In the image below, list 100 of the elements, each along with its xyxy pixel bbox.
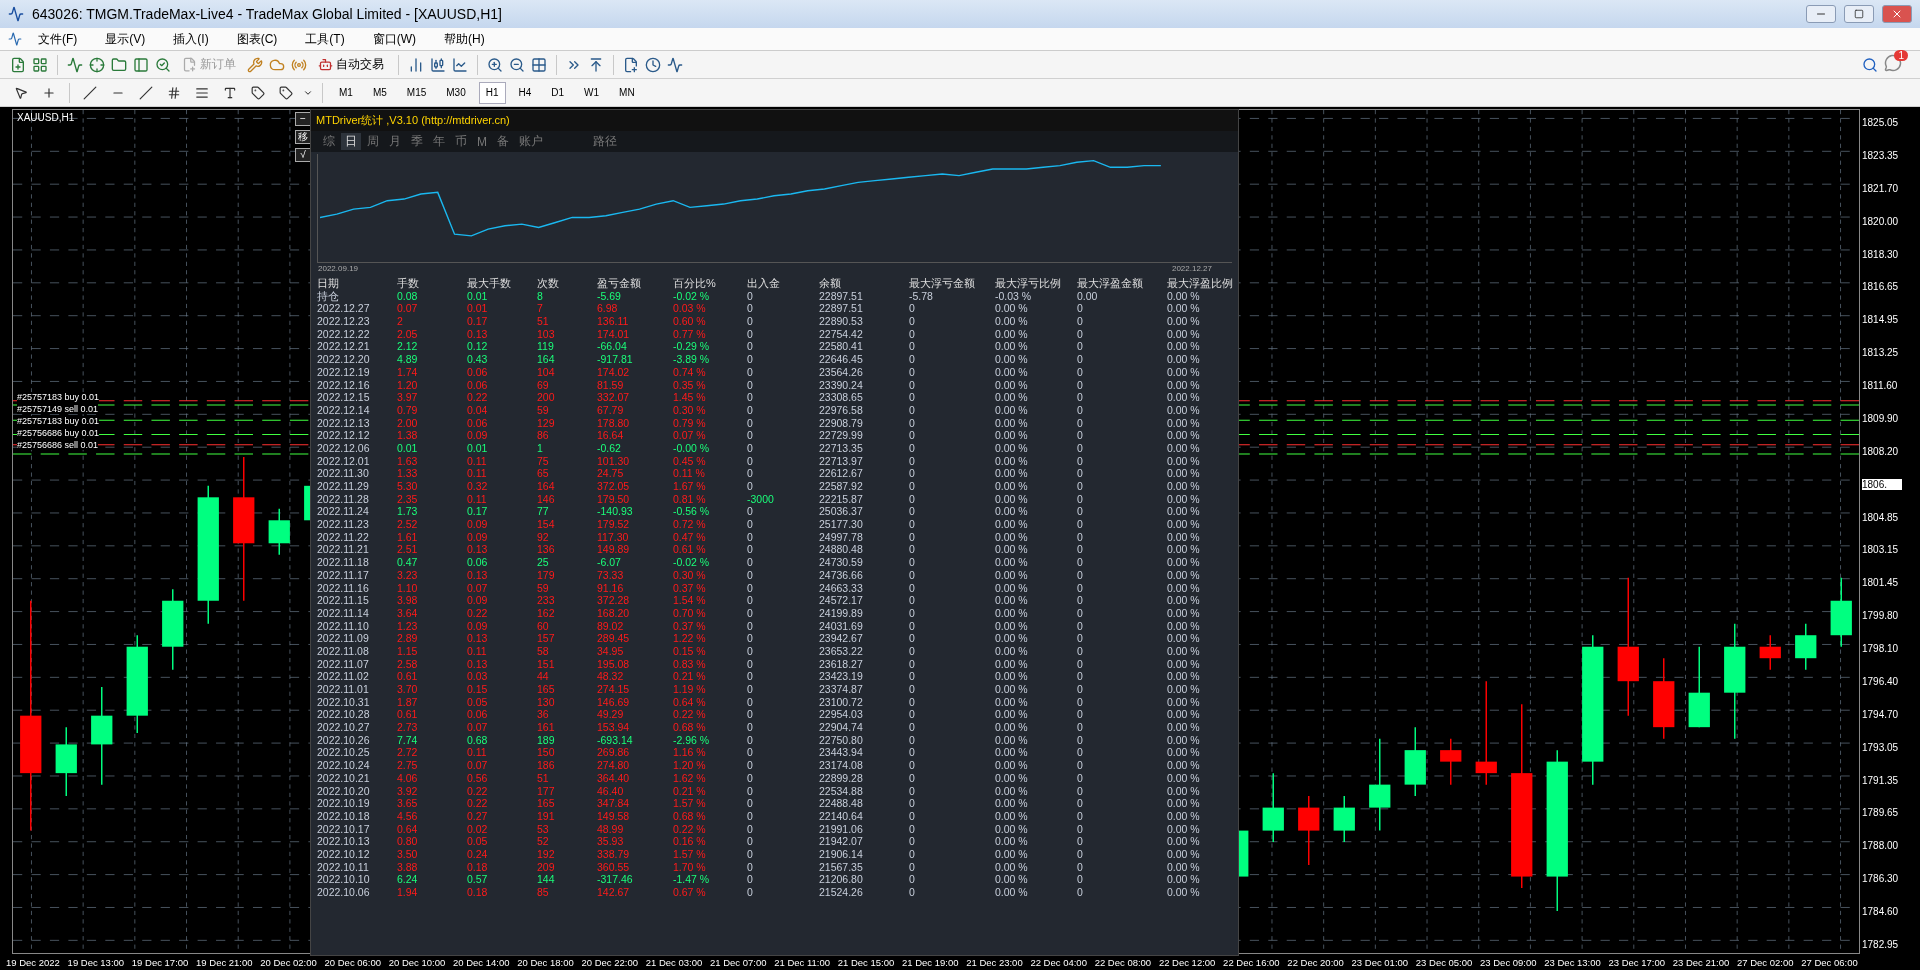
table-cell-text: 2.52: [397, 518, 419, 531]
table-cell-text: 0: [747, 733, 754, 747]
menu-item[interactable]: 窗口(W): [360, 28, 428, 50]
table-cell-text: 0: [909, 315, 916, 328]
stats-tab[interactable]: 账户: [515, 133, 547, 150]
table-cell-text: 0.00 %: [995, 670, 1029, 683]
table-cell-text: 2022.11.23: [317, 518, 370, 531]
table-cell-text: 2022.11.30: [317, 467, 370, 480]
chart-side-button[interactable]: √: [295, 148, 311, 162]
menu-item[interactable]: 图表(C): [224, 28, 290, 50]
timeframe-button[interactable]: D1: [544, 81, 572, 104]
text-icon[interactable]: [223, 85, 237, 100]
table-cell-text: 73.33: [597, 568, 625, 582]
search-icon[interactable]: [1862, 56, 1878, 73]
timeframe-button[interactable]: M1: [332, 81, 360, 104]
stats-tab[interactable]: 币: [451, 133, 471, 150]
timeframe-button[interactable]: M5: [365, 81, 394, 104]
chart-side-button[interactable]: 移: [295, 130, 311, 144]
auto-trading-button[interactable]: 自动交易: [313, 53, 389, 76]
zoom-out-icon[interactable]: [509, 56, 525, 73]
table-cell-text: 0: [1077, 835, 1084, 848]
time-label: 22 Dec 12:00: [1158, 956, 1216, 968]
table-cell-text: 0.00 %: [995, 695, 1029, 709]
timeframe-button[interactable]: M30: [439, 81, 473, 104]
stats-tab[interactable]: 季: [407, 133, 427, 150]
table-cell-text: 0.00 %: [995, 403, 1029, 417]
pulse-icon[interactable]: [667, 56, 683, 73]
stats-tab[interactable]: 周: [363, 133, 383, 150]
table-cell-text: 0.43: [467, 353, 489, 366]
timeframe-button[interactable]: MN: [612, 81, 642, 104]
timeframe-button[interactable]: W1: [577, 81, 607, 104]
folder-icon[interactable]: [111, 56, 127, 73]
table-cell-text: 0: [1077, 441, 1084, 455]
crosshair-icon[interactable]: [89, 56, 105, 73]
price-label: 1803.15: [1862, 544, 1900, 556]
trend-line-icon[interactable]: [139, 85, 153, 100]
magnifier-icon[interactable]: [155, 56, 171, 73]
table-cell-text: 1.38: [397, 429, 419, 442]
clock-icon[interactable]: [645, 56, 661, 73]
minimize-button[interactable]: [1806, 5, 1836, 23]
table-cell-text: 0.00 %: [995, 581, 1029, 595]
table-cell-text: 0.00 %: [1167, 315, 1201, 328]
stats-tab[interactable]: 综: [319, 133, 339, 150]
table-cell-text: 0.00 %: [1167, 391, 1201, 404]
table-cell-text: 0.11: [467, 746, 488, 760]
table-cell-text: 81.59: [597, 378, 625, 392]
table-cell-text: 192: [537, 847, 556, 861]
table-cell-text: 24997.78: [819, 530, 864, 544]
candlestick: [268, 508, 290, 556]
wrench-icon[interactable]: [247, 56, 263, 73]
stats-tab[interactable]: 月: [385, 133, 405, 150]
crosshair-icon[interactable]: [42, 85, 56, 100]
table-cell-text: 0.07: [397, 302, 419, 316]
file-plus-icon[interactable]: [623, 56, 639, 73]
chart-side-button[interactable]: −: [295, 112, 311, 126]
cursor-icon[interactable]: [14, 85, 28, 100]
stats-tab[interactable]: M: [473, 133, 491, 150]
label-icon[interactable]: [251, 85, 265, 100]
close-button[interactable]: [1882, 5, 1912, 23]
menu-item[interactable]: 插入(I): [161, 28, 221, 50]
stats-tab[interactable]: 年: [429, 133, 449, 150]
table-cell-text: 2022.11.29: [317, 480, 370, 493]
timeframe-button[interactable]: H4: [511, 81, 539, 104]
tile-icon[interactable]: [531, 56, 547, 73]
menu-item[interactable]: 显示(V): [93, 28, 158, 50]
price-label: 1809.90: [1862, 412, 1900, 424]
table-cell-text: 0.00 %: [995, 315, 1029, 328]
menu-item[interactable]: 文件(F): [26, 28, 90, 50]
table-cell-text: 1.70 %: [673, 860, 707, 874]
menu-item[interactable]: 帮助(H): [432, 28, 497, 50]
table-cell-text: 347.84: [597, 797, 631, 810]
table-cell-text: 0.00 %: [995, 784, 1029, 798]
table-cell-text: 1.61: [397, 530, 419, 544]
table-cell-text: 24.75: [597, 467, 625, 480]
bar-chart-icon[interactable]: [408, 56, 424, 73]
table-cell-text: 146: [537, 492, 556, 506]
grid-icon[interactable]: [32, 56, 48, 73]
candlestick: [1830, 577, 1852, 648]
table-cell-text: 23653.22: [819, 644, 864, 658]
stats-tab[interactable]: 日: [341, 133, 361, 150]
file-plus-icon[interactable]: [10, 56, 26, 73]
price-label: 1796.40: [1862, 675, 1900, 687]
table-cell-text: 7.74: [397, 733, 419, 747]
menu-item[interactable]: 工具(T): [293, 28, 357, 50]
table-cell-text: 0.00 %: [1167, 505, 1201, 519]
maximize-button[interactable]: [1844, 5, 1874, 23]
price-label: 1811.60: [1862, 380, 1899, 391]
candlestick-icon[interactable]: [430, 56, 446, 73]
line-chart-icon[interactable]: [452, 56, 468, 73]
pulse-icon[interactable]: [67, 56, 83, 73]
stats-tab[interactable]: 备: [493, 133, 513, 150]
zoom-in-icon[interactable]: [487, 56, 503, 73]
timeframe-button[interactable]: H1: [478, 81, 506, 104]
table-cell-text: 0.57: [467, 873, 489, 886]
table-cell-text: 0.09: [467, 518, 489, 531]
notification-icon[interactable]: [1884, 53, 1902, 72]
line-icon[interactable]: [83, 85, 97, 100]
stats-tab[interactable]: 路径: [589, 133, 621, 150]
panel-icon[interactable]: [133, 56, 149, 73]
timeframe-button[interactable]: M15: [399, 81, 434, 104]
